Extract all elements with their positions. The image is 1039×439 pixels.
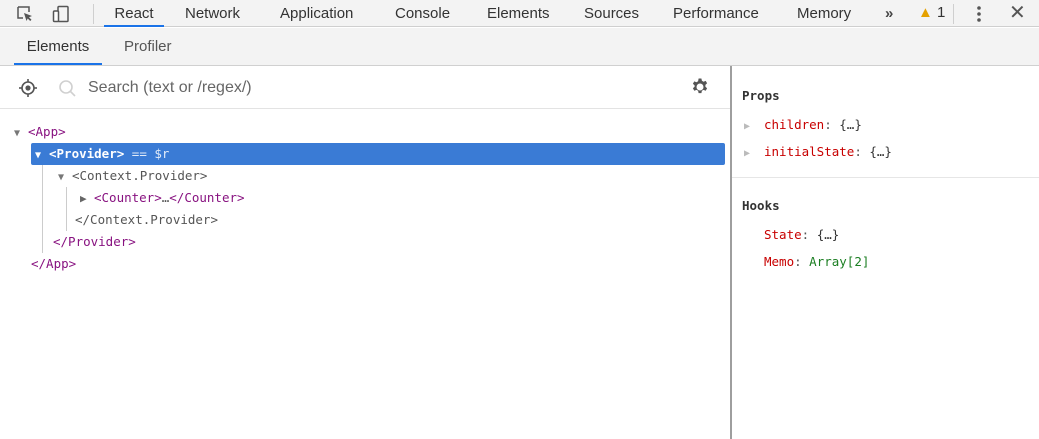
search-bar: [0, 66, 730, 109]
warning-icon: ▲: [918, 4, 933, 21]
tree-node-app-close: </App>: [31, 256, 77, 271]
prop-row-initial-state[interactable]: ▶ initialState: {…}: [744, 142, 892, 162]
device-toolbar-icon[interactable]: [52, 5, 70, 23]
tree-node-provider-close: </Provider>: [53, 234, 136, 249]
components-tree-pane: ▼<App> ▼<Provider> == $r ▼<Context.Provi…: [0, 66, 730, 439]
tab-console[interactable]: Console: [395, 0, 450, 27]
devtools-toolbar: React Network Application Console Elemen…: [0, 0, 1039, 27]
tab-elements[interactable]: Elements: [487, 0, 550, 27]
tab-sources[interactable]: Sources: [584, 0, 639, 27]
tab-memory[interactable]: Memory: [797, 0, 851, 27]
warnings-counter[interactable]: ▲ 1: [918, 4, 945, 21]
tab-network[interactable]: Network: [185, 0, 240, 27]
collapse-arrow-icon[interactable]: ▼: [58, 167, 72, 189]
tree-guide-line: [42, 165, 43, 253]
toolbar-separator: [93, 4, 94, 24]
more-tabs-button[interactable]: »: [885, 0, 893, 27]
search-icon: [59, 80, 76, 97]
collapse-arrow-icon[interactable]: ▼: [35, 145, 49, 167]
tree-node-context-provider[interactable]: ▼ <Context.Provider>: [58, 165, 207, 187]
tab-application[interactable]: Application: [280, 0, 353, 27]
console-ref-label: == $r: [131, 146, 170, 161]
subtab-profiler[interactable]: Profiler: [124, 28, 172, 65]
warning-count: 1: [937, 4, 946, 21]
tree-node-context-provider-close: </Context.Provider>: [75, 212, 218, 227]
hook-row-memo[interactable]: Memo: Array[2]: [764, 252, 869, 272]
tree-node-provider-selected[interactable]: ▼ <Provider> == $r: [31, 143, 725, 165]
hook-row-state[interactable]: State: {…}: [764, 225, 839, 245]
props-section-title: Props: [742, 88, 780, 103]
toolbar-separator-right: [953, 4, 954, 24]
search-input[interactable]: [86, 74, 650, 102]
close-devtools-button[interactable]: ✕: [1009, 1, 1026, 23]
react-subtabs: Elements Profiler: [0, 28, 1039, 66]
select-element-icon[interactable]: [18, 78, 38, 98]
tree-node-app[interactable]: ▼ <App>: [14, 121, 66, 143]
prop-row-children[interactable]: ▶ children: {…}: [744, 115, 862, 135]
inspect-element-icon[interactable]: [16, 5, 34, 23]
hooks-section-title: Hooks: [742, 198, 780, 213]
expand-arrow-icon[interactable]: ▶: [80, 188, 94, 210]
tree-node-counter[interactable]: ▶ <Counter>…</Counter>: [80, 187, 245, 209]
tab-react[interactable]: React: [104, 0, 164, 27]
more-options-icon[interactable]: [974, 4, 984, 24]
inspected-element-pane: Props ▶ children: {…} ▶ initialState: {…} …: [732, 66, 1039, 439]
tree-guide-line: [66, 187, 67, 231]
component-tree: ▼ <App> ▼ <Provider> == $r ▼ <Context.Provi…: [0, 109, 730, 439]
expand-arrow-icon[interactable]: ▶: [744, 144, 764, 164]
expand-arrow-icon[interactable]: ▶: [744, 117, 764, 137]
subtab-elements[interactable]: Elements: [14, 28, 102, 65]
section-divider: [732, 177, 1039, 178]
collapse-arrow-icon[interactable]: ▼: [14, 123, 28, 145]
tab-performance[interactable]: Performance: [673, 0, 759, 27]
settings-gear-icon[interactable]: [690, 77, 710, 97]
